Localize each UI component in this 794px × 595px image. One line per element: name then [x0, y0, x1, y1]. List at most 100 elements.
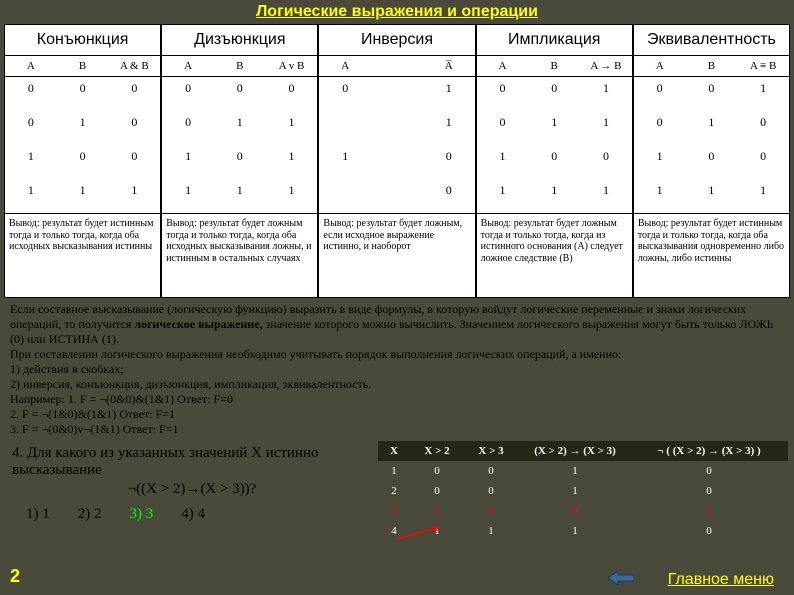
cell: 1: [214, 111, 266, 145]
cell: 0: [464, 481, 518, 501]
table-row: 0: [319, 179, 474, 213]
text: При составлении логического выражения не…: [10, 347, 621, 361]
eval-row: 31001: [378, 501, 788, 521]
answer-2: 2) 2: [78, 506, 102, 523]
table-row: 011: [162, 111, 317, 145]
cell: 1: [162, 179, 214, 213]
col-x: X: [378, 441, 410, 461]
tt-rows: 001011100111: [477, 77, 632, 213]
main-menu-link[interactable]: Главное меню: [668, 571, 774, 589]
answer-3-correct: 3) 3: [130, 506, 154, 523]
cell: 1: [57, 111, 109, 145]
col-label: B: [528, 56, 580, 76]
cell: 1: [319, 145, 371, 179]
cell: 0: [5, 111, 57, 145]
arrow-icon: [395, 523, 445, 543]
col-label: A: [319, 56, 371, 76]
col-headers: ABA & B: [5, 56, 160, 77]
cell: 1: [632, 501, 786, 521]
cell: 2: [378, 481, 410, 501]
cell: 1: [737, 77, 789, 111]
cell: [319, 111, 371, 145]
col-label: A: [477, 56, 529, 76]
question-text: 4. Для какого из указанных значений X ис…: [12, 445, 372, 479]
truth-table-col: ИнверсияAA̅011100Вывод: результат будет …: [318, 24, 475, 298]
cell: 0: [319, 77, 371, 111]
truth-tables: КонъюнкцияABA & B000010100111Вывод: резу…: [4, 24, 790, 298]
cell: 1: [57, 179, 109, 213]
cell: 1: [423, 77, 475, 111]
tt-rows: 000010100111: [5, 77, 160, 213]
cell: 0: [410, 461, 464, 481]
cell: 0: [632, 461, 786, 481]
cell: 1: [686, 111, 738, 145]
col-xgt2: X > 2: [410, 441, 464, 461]
col-xgt3: X > 3: [464, 441, 518, 461]
col-label: [371, 56, 423, 76]
table-row: 100: [634, 145, 789, 179]
cell: 0: [162, 111, 214, 145]
cell: 0: [162, 77, 214, 111]
table-row: 000: [5, 77, 160, 111]
truth-table-col: ДизъюнкцияABA v B000011101111Вывод: резу…: [161, 24, 318, 298]
cell: 0: [686, 77, 738, 111]
cell: 1: [464, 521, 518, 541]
col-label: A: [5, 56, 57, 76]
cell: [371, 145, 423, 179]
col-label: A: [634, 56, 686, 76]
cell: 1: [580, 111, 632, 145]
table-row: 001: [634, 77, 789, 111]
table-row: 101: [162, 145, 317, 179]
cell: 1: [423, 111, 475, 145]
table-row: 10: [319, 145, 474, 179]
cell: 1: [477, 179, 529, 213]
cell: 1: [5, 179, 57, 213]
cell: 1: [634, 145, 686, 179]
cell: 0: [266, 77, 318, 111]
table-row: 011: [477, 111, 632, 145]
col-label: B: [57, 56, 109, 76]
col-label: A v B: [266, 56, 318, 76]
tt-rows: 001010100111: [634, 77, 789, 213]
col-label: A & B: [108, 56, 160, 76]
table-row: 010: [5, 111, 160, 145]
cell: 0: [464, 461, 518, 481]
cell: 1: [634, 179, 686, 213]
op-conclusion: Вывод: результат будет ложным, если исхо…: [319, 213, 474, 297]
eval-header: X X > 2 X > 3 (X > 2) → (X > 3) ¬ ( (X >…: [378, 441, 788, 461]
text: Например: 1. F = ¬(0&0)&(1&1) Ответ: F=0: [10, 392, 233, 406]
cell: 1: [518, 481, 632, 501]
eval-row: 10010: [378, 461, 788, 481]
truth-table-col: ЭквивалентностьABA ≡ B001010100111Вывод:…: [633, 24, 790, 298]
col-neg: ¬ ( (X > 2) → (X > 3) ): [632, 441, 786, 461]
table-row: 010: [634, 111, 789, 145]
cell: 0: [634, 111, 686, 145]
cell: [371, 111, 423, 145]
cell: 0: [423, 145, 475, 179]
cell: 1: [528, 111, 580, 145]
back-arrow-icon[interactable]: [608, 569, 634, 587]
cell: 1: [266, 179, 318, 213]
table-row: 111: [162, 179, 317, 213]
op-name: Инверсия: [319, 25, 474, 56]
page-title: Логические выражения и операции: [0, 0, 794, 24]
op-name: Дизъюнкция: [162, 25, 317, 56]
cell: 0: [528, 77, 580, 111]
cell: 0: [214, 145, 266, 179]
explanation-block: Если составное высказывание (логическую …: [0, 298, 794, 441]
cell: 0: [5, 77, 57, 111]
cell: 0: [477, 77, 529, 111]
question-block: 4. Для какого из указанных значений X ис…: [6, 441, 378, 541]
cell: 1: [5, 145, 57, 179]
cell: 0: [634, 77, 686, 111]
answer-1: 1) 1: [26, 506, 50, 523]
table-row: 111: [5, 179, 160, 213]
cell: [319, 179, 371, 213]
cell: 1: [518, 461, 632, 481]
cell: 0: [632, 521, 786, 541]
col-label: A: [162, 56, 214, 76]
text: 2) инверсия, конъюнкция, дизъюнкция, имп…: [10, 377, 371, 391]
cell: 3: [378, 501, 410, 521]
cell: 0: [518, 501, 632, 521]
col-headers: AA̅: [319, 56, 474, 77]
